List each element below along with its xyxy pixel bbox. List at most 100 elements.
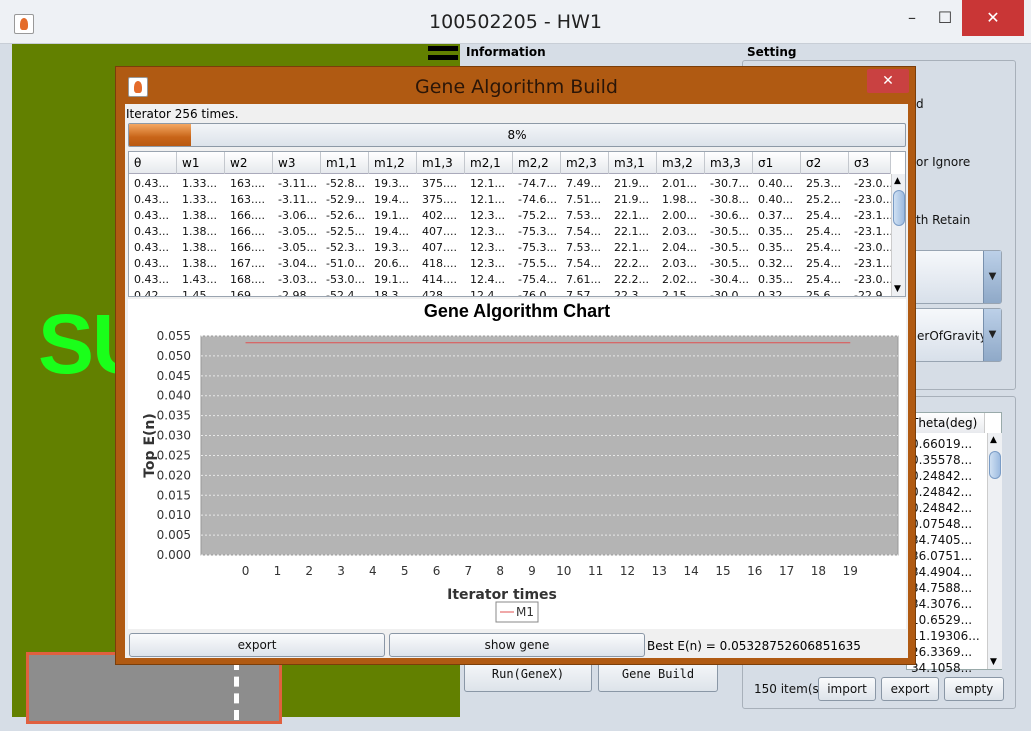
column-header[interactable]: m1,3	[417, 152, 465, 174]
column-header[interactable]: m1,2	[369, 152, 417, 174]
theta-list-item[interactable]: 36.0751...	[911, 549, 972, 563]
theta-list-item[interactable]: 0.24842...	[911, 501, 972, 515]
show-gene-button[interactable]: show gene	[389, 633, 645, 657]
table-cell: -30.5...	[710, 257, 749, 270]
chevron-down-icon[interactable]: ▼	[983, 309, 1001, 361]
x-tick-label: 2	[305, 564, 313, 578]
gene-table[interactable]: θ w1 w2 w3 m1,1 m1,2 m1,3 m2,1 m2,2 m2,3 m3,1 m3,2 m…	[128, 151, 906, 297]
theta-list-item[interactable]: 0.24842...	[911, 469, 972, 483]
menu-bars-icon[interactable]	[428, 46, 458, 60]
theta-list-item[interactable]: 34.1058...	[911, 661, 972, 675]
x-tick-label: 3	[337, 564, 345, 578]
theta-list-item[interactable]: 34.3076...	[911, 597, 972, 611]
column-header[interactable]: m2,2	[513, 152, 561, 174]
theta-list-item[interactable]: 0.24842...	[911, 485, 972, 499]
column-header[interactable]: m3,1	[609, 152, 657, 174]
theta-list-item[interactable]: 0.07548...	[911, 517, 972, 531]
y-tick-label: 0.030	[157, 429, 191, 443]
scroll-up-icon[interactable]: ▲	[894, 176, 901, 186]
table-cell: 0.43...	[134, 257, 169, 270]
table-row[interactable]: 0.43... 1.38... 166.... -3.06... -52.6... 19.…	[129, 208, 891, 224]
table-cell: 12.4...	[470, 289, 505, 297]
table-row[interactable]: 0.43... 1.38... 166.... -3.05... -52.3... 19.…	[129, 240, 891, 256]
table-cell: -3.04...	[278, 257, 317, 270]
close-button[interactable]: ✕	[962, 0, 1024, 36]
column-header[interactable]: σ3	[849, 152, 891, 174]
column-header[interactable]: m3,3	[705, 152, 753, 174]
table-cell: 25.4...	[806, 241, 841, 254]
table-cell: 0.32...	[758, 289, 793, 297]
table-cell: -51.0...	[326, 257, 365, 270]
table-row[interactable]: 0.43... 1.33... 163.... -3.11... -52.9... 19.…	[129, 192, 891, 208]
theta-list-item[interactable]: 11.19306...	[911, 629, 980, 643]
table-cell: 22.1...	[614, 241, 649, 254]
table-cell: -30.0...	[710, 289, 749, 297]
setting-label: Setting	[747, 45, 797, 59]
table-cell: 0.43...	[134, 177, 169, 190]
theta-list-item[interactable]: 34.4904...	[911, 565, 972, 579]
table-cell: 0.40...	[758, 193, 793, 206]
export-button[interactable]: export	[129, 633, 385, 657]
theta-list-item[interactable]: 10.6529...	[911, 613, 972, 627]
setting-combo-1[interactable]: ▼	[906, 250, 1002, 304]
scroll-up-icon[interactable]: ▲	[990, 435, 997, 445]
table-cell: 0.42...	[134, 289, 169, 297]
table-row[interactable]: 0.42... 1.45... 169.... -2.98... -52.4... 18.…	[129, 288, 891, 297]
y-tick-label: 0.000	[157, 548, 191, 562]
table-row[interactable]: 0.43... 1.38... 166.... -3.05... -52.5... 19.…	[129, 224, 891, 240]
table-cell: 418....	[422, 257, 457, 270]
table-cell: 7.54...	[566, 257, 601, 270]
theta-list-item[interactable]: 0.35578...	[911, 453, 972, 467]
x-tick-label: 8	[496, 564, 504, 578]
export-list-button[interactable]: export	[881, 677, 939, 701]
theta-list-item[interactable]: 0.66019...	[911, 437, 972, 451]
column-header[interactable]: m2,3	[561, 152, 609, 174]
theta-list-item[interactable]: 34.7588...	[911, 581, 972, 595]
theta-list-item[interactable]: 26.3369...	[911, 645, 972, 659]
plot-area	[200, 335, 899, 556]
table-cell: 407....	[422, 225, 457, 238]
x-tick-label: 0	[242, 564, 250, 578]
table-cell: 166....	[230, 241, 265, 254]
empty-button[interactable]: empty	[944, 677, 1004, 701]
chevron-down-icon[interactable]: ▼	[983, 251, 1001, 303]
column-header[interactable]: w1	[177, 152, 225, 174]
column-header[interactable]: σ1	[753, 152, 801, 174]
best-energy-label: Best E(n) = 0.05328752606851635	[647, 639, 861, 653]
table-cell: 20.6...	[374, 257, 409, 270]
column-header[interactable]: m3,2	[657, 152, 705, 174]
scroll-thumb[interactable]	[989, 451, 1001, 479]
theta-list-item[interactable]: 34.7405...	[911, 533, 972, 547]
dialog-close-button[interactable]: ✕	[867, 69, 909, 93]
y-tick-label: 0.050	[157, 349, 191, 363]
import-button[interactable]: import	[818, 677, 876, 701]
x-tick-label: 16	[747, 564, 762, 578]
table-cell: 1.38...	[182, 209, 217, 222]
column-header[interactable]: θ	[129, 152, 177, 174]
table-cell: 25.4...	[806, 209, 841, 222]
table-cell: 7.51...	[566, 193, 601, 206]
column-header[interactable]: m1,1	[321, 152, 369, 174]
table-row[interactable]: 0.43... 1.33... 163.... -3.11... -52.8... 19.…	[129, 176, 891, 192]
theta-scrollbar[interactable]: ▲ ▼	[987, 433, 1002, 669]
table-cell: 407....	[422, 241, 457, 254]
table-cell: 163....	[230, 193, 265, 206]
setting-combo-2[interactable]: erOfGravity ▼	[906, 308, 1002, 362]
theta-column-header[interactable]: Theta(deg)	[907, 413, 985, 433]
table-cell: -30.5...	[710, 225, 749, 238]
scroll-thumb[interactable]	[893, 190, 905, 226]
column-header[interactable]: w2	[225, 152, 273, 174]
column-header[interactable]: m2,1	[465, 152, 513, 174]
table-cell: -75.3...	[518, 241, 557, 254]
column-header[interactable]: σ2	[801, 152, 849, 174]
scroll-down-icon[interactable]: ▼	[894, 284, 901, 294]
table-scrollbar[interactable]: ▲ ▼	[891, 174, 905, 296]
table-row[interactable]: 0.43... 1.43... 168.... -3.03... -53.0... 19.…	[129, 272, 891, 288]
column-header[interactable]: w3	[273, 152, 321, 174]
y-tick-label: 0.010	[157, 508, 191, 522]
x-tick-label: 6	[433, 564, 441, 578]
scroll-down-icon[interactable]: ▼	[990, 657, 997, 667]
table-row[interactable]: 0.43... 1.38... 167.... -3.04... -51.0... 20.…	[129, 256, 891, 272]
theta-list[interactable]: Theta(deg) 0.66019... 0.35578... 0.24842..…	[906, 412, 1002, 675]
gene-algorithm-dialog: Gene Algorithm Build ✕ Iterator 256 time…	[115, 66, 916, 665]
